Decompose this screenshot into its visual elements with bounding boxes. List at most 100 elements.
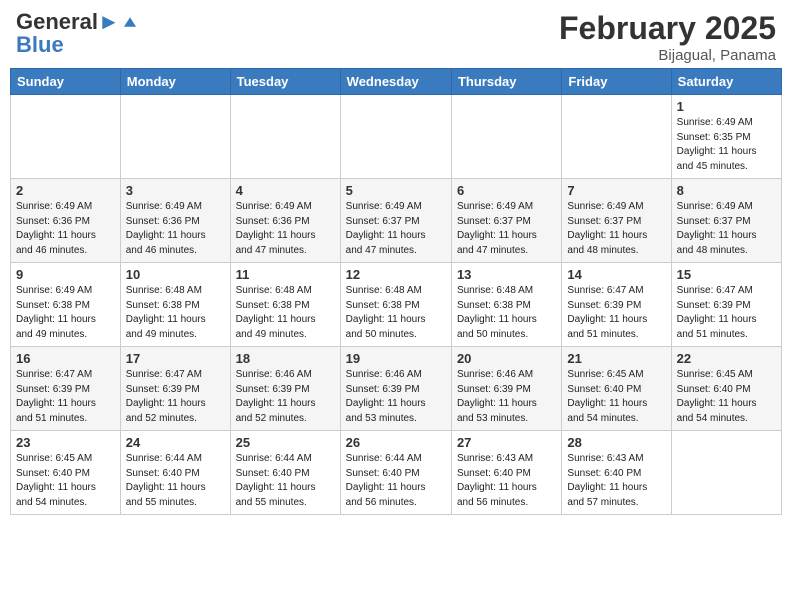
day-info: Sunrise: 6:49 AM Sunset: 6:37 PM Dayligh… [567,200,665,258]
day-number: 3 [126,183,225,198]
calendar-cell: 27 Sunrise: 6:43 AM Sunset: 6:40 PM Dayli… [451,431,561,515]
day-info: Sunrise: 6:49 AM Sunset: 6:37 PM Dayligh… [346,200,446,258]
day-number: 11 [236,267,335,282]
day-number: 7 [567,183,665,198]
calendar-week-row: 1 Sunrise: 6:49 AM Sunset: 6:35 PM Daylig… [11,95,782,179]
day-number: 12 [346,267,446,282]
day-info: Sunrise: 6:47 AM Sunset: 6:39 PM Dayligh… [16,368,115,426]
day-info: Sunrise: 6:49 AM Sunset: 6:37 PM Dayligh… [457,200,556,258]
day-number: 19 [346,351,446,366]
day-info: Sunrise: 6:49 AM Sunset: 6:36 PM Dayligh… [16,200,115,258]
calendar-cell: 14 Sunrise: 6:47 AM Sunset: 6:39 PM Dayli… [562,263,671,347]
header-saturday: Saturday [671,69,781,95]
calendar-week-row: 23 Sunrise: 6:45 AM Sunset: 6:40 PM Dayli… [11,431,782,515]
calendar-cell: 23 Sunrise: 6:45 AM Sunset: 6:40 PM Dayli… [11,431,121,515]
month-title: February 2025 [559,10,776,47]
day-number: 26 [346,435,446,450]
calendar-cell: 4Sunrise: 6:49 AM Sunset: 6:36 PM Daylig… [230,179,340,263]
day-info: Sunrise: 6:45 AM Sunset: 6:40 PM Dayligh… [567,368,665,426]
page-header: General► Blue February 2025 Bijagual, Pa… [10,10,782,64]
day-number: 2 [16,183,115,198]
calendar-cell: 25Sunrise: 6:44 AM Sunset: 6:40 PM Dayli… [230,431,340,515]
header-tuesday: Tuesday [230,69,340,95]
title-block: February 2025 Bijagual, Panama [559,10,776,64]
day-info: Sunrise: 6:44 AM Sunset: 6:40 PM Dayligh… [126,452,225,510]
location-title: Bijagual, Panama [559,47,776,64]
day-number: 20 [457,351,556,366]
calendar-header-row: SundayMondayTuesdayWednesdayThursdayFrid… [11,69,782,95]
calendar-week-row: 9 Sunrise: 6:49 AM Sunset: 6:38 PM Daylig… [11,263,782,347]
calendar-cell: 6 Sunrise: 6:49 AM Sunset: 6:37 PM Daylig… [451,179,561,263]
header-thursday: Thursday [451,69,561,95]
calendar-cell: 11 Sunrise: 6:48 AM Sunset: 6:38 PM Dayli… [230,263,340,347]
day-info: Sunrise: 6:43 AM Sunset: 6:40 PM Dayligh… [457,452,556,510]
calendar-cell: 22 Sunrise: 6:45 AM Sunset: 6:40 PM Dayli… [671,347,781,431]
calendar-cell: 7 Sunrise: 6:49 AM Sunset: 6:37 PM Daylig… [562,179,671,263]
day-info: Sunrise: 6:48 AM Sunset: 6:38 PM Dayligh… [126,284,225,342]
day-number: 16 [16,351,115,366]
day-number: 23 [16,435,115,450]
logo-text: General► [16,10,120,34]
calendar-cell: 18 Sunrise: 6:46 AM Sunset: 6:39 PM Dayli… [230,347,340,431]
day-info: Sunrise: 6:49 AM Sunset: 6:38 PM Dayligh… [16,284,115,342]
day-info: Sunrise: 6:47 AM Sunset: 6:39 PM Dayligh… [677,284,776,342]
day-number: 6 [457,183,556,198]
day-number: 9 [16,267,115,282]
calendar-cell [230,95,340,179]
calendar-cell [671,431,781,515]
logo: General► Blue [16,10,139,56]
calendar-cell: 15 Sunrise: 6:47 AM Sunset: 6:39 PM Dayli… [671,263,781,347]
day-number: 25 [236,435,335,450]
day-info: Sunrise: 6:49 AM Sunset: 6:35 PM Dayligh… [677,116,776,174]
day-number: 15 [677,267,776,282]
day-number: 22 [677,351,776,366]
day-info: Sunrise: 6:49 AM Sunset: 6:36 PM Dayligh… [126,200,225,258]
logo-icon [121,13,139,31]
calendar-cell: 12 Sunrise: 6:48 AM Sunset: 6:38 PM Dayli… [340,263,451,347]
day-number: 28 [567,435,665,450]
day-info: Sunrise: 6:48 AM Sunset: 6:38 PM Dayligh… [236,284,335,342]
calendar-week-row: 16 Sunrise: 6:47 AM Sunset: 6:39 PM Dayli… [11,347,782,431]
calendar-cell: 3 Sunrise: 6:49 AM Sunset: 6:36 PM Daylig… [120,179,230,263]
day-number: 10 [126,267,225,282]
header-friday: Friday [562,69,671,95]
header-sunday: Sunday [11,69,121,95]
calendar-cell: 9 Sunrise: 6:49 AM Sunset: 6:38 PM Daylig… [11,263,121,347]
day-info: Sunrise: 6:48 AM Sunset: 6:38 PM Dayligh… [346,284,446,342]
calendar-cell: 13Sunrise: 6:48 AM Sunset: 6:38 PM Dayli… [451,263,561,347]
day-info: Sunrise: 6:49 AM Sunset: 6:37 PM Dayligh… [677,200,776,258]
calendar-cell: 1 Sunrise: 6:49 AM Sunset: 6:35 PM Daylig… [671,95,781,179]
day-number: 27 [457,435,556,450]
day-info: Sunrise: 6:47 AM Sunset: 6:39 PM Dayligh… [126,368,225,426]
calendar-cell: 24Sunrise: 6:44 AM Sunset: 6:40 PM Dayli… [120,431,230,515]
header-monday: Monday [120,69,230,95]
day-number: 14 [567,267,665,282]
calendar-cell: 2 Sunrise: 6:49 AM Sunset: 6:36 PM Daylig… [11,179,121,263]
day-number: 21 [567,351,665,366]
calendar-cell: 28 Sunrise: 6:43 AM Sunset: 6:40 PM Dayli… [562,431,671,515]
calendar-table: SundayMondayTuesdayWednesdayThursdayFrid… [10,68,782,515]
day-info: Sunrise: 6:46 AM Sunset: 6:39 PM Dayligh… [457,368,556,426]
calendar-cell [562,95,671,179]
day-info: Sunrise: 6:43 AM Sunset: 6:40 PM Dayligh… [567,452,665,510]
day-info: Sunrise: 6:46 AM Sunset: 6:39 PM Dayligh… [236,368,335,426]
calendar-cell: 20 Sunrise: 6:46 AM Sunset: 6:39 PM Dayli… [451,347,561,431]
calendar-cell: 8 Sunrise: 6:49 AM Sunset: 6:37 PM Daylig… [671,179,781,263]
header-wednesday: Wednesday [340,69,451,95]
calendar-cell [451,95,561,179]
calendar-cell: 21 Sunrise: 6:45 AM Sunset: 6:40 PM Dayli… [562,347,671,431]
day-info: Sunrise: 6:45 AM Sunset: 6:40 PM Dayligh… [677,368,776,426]
calendar-cell: 10 Sunrise: 6:48 AM Sunset: 6:38 PM Dayli… [120,263,230,347]
day-number: 18 [236,351,335,366]
calendar-cell: 26Sunrise: 6:44 AM Sunset: 6:40 PM Dayli… [340,431,451,515]
calendar-cell: 5Sunrise: 6:49 AM Sunset: 6:37 PM Daylig… [340,179,451,263]
day-number: 13 [457,267,556,282]
calendar-cell: 17Sunrise: 6:47 AM Sunset: 6:39 PM Dayli… [120,347,230,431]
day-info: Sunrise: 6:47 AM Sunset: 6:39 PM Dayligh… [567,284,665,342]
day-number: 1 [677,99,776,114]
day-number: 8 [677,183,776,198]
logo-blue: Blue [16,34,139,56]
day-info: Sunrise: 6:45 AM Sunset: 6:40 PM Dayligh… [16,452,115,510]
calendar-cell: 16 Sunrise: 6:47 AM Sunset: 6:39 PM Dayli… [11,347,121,431]
calendar-cell [11,95,121,179]
